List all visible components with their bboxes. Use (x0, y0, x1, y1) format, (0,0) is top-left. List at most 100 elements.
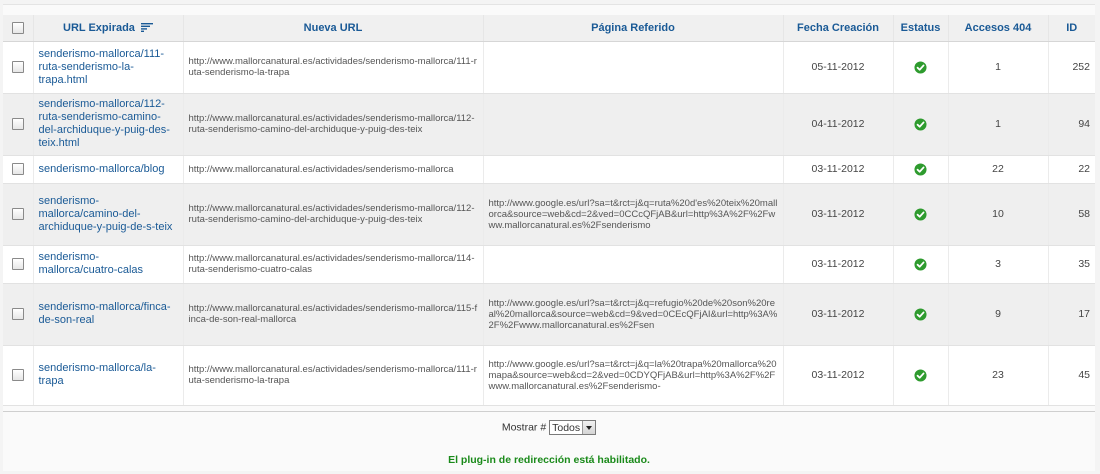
row-checkbox[interactable] (11, 308, 24, 321)
check-circle-icon[interactable] (914, 207, 927, 221)
expired-url-link[interactable]: senderismo-mallorca/camino-del-archiduqu… (39, 195, 178, 234)
row-checkbox[interactable] (11, 163, 24, 176)
header-fecha-creacion[interactable]: Fecha Creación (782, 15, 893, 42)
new-url-cell: http://www.mallorcanatural.es/actividade… (182, 245, 483, 284)
sort-descending-icon[interactable] (141, 23, 153, 33)
header-pagina-referido[interactable]: Página Referido (482, 15, 783, 42)
table-row: senderismo-mallorca/blog http://www.mallo… (3, 155, 1095, 184)
expired-url-cell: senderismo-mallorca/la-trapa (32, 345, 183, 406)
page-frame: URL Expirada Nueva URL Página Referido F… (0, 0, 1100, 474)
table-footer: Mostrar # Todos El plug-in de redirecció… (3, 411, 1095, 471)
chevron-down-icon[interactable] (582, 421, 596, 434)
referrer-cell (482, 93, 783, 156)
hits-404-cell: 9 (947, 283, 1048, 346)
id-cell: 58 (1047, 183, 1095, 246)
referrer-cell (482, 41, 783, 94)
check-circle-icon[interactable] (914, 60, 927, 74)
check-circle-icon[interactable] (914, 307, 927, 321)
id-cell: 45 (1047, 345, 1095, 406)
expired-url-cell: senderismo-mallorca/camino-del-archiduqu… (32, 183, 183, 246)
row-select-cell (3, 345, 33, 406)
header-estatus[interactable]: Estatus (892, 15, 948, 42)
created-date-cell: 03-11-2012 (782, 345, 893, 406)
id-cell: 94 (1047, 93, 1095, 156)
table-header-row: URL Expirada Nueva URL Página Referido F… (3, 15, 1095, 42)
show-count-control: Mostrar # Todos (3, 420, 1095, 435)
redirects-panel: URL Expirada Nueva URL Página Referido F… (3, 4, 1095, 471)
header-id[interactable]: ID (1047, 15, 1095, 42)
header-url-expirada-label: URL Expirada (63, 21, 135, 34)
created-date-cell: 03-11-2012 (782, 155, 893, 184)
row-select-cell (3, 155, 33, 184)
referrer-cell: http://www.google.es/url?sa=t&rct=j&q=la… (482, 345, 783, 406)
show-count-select[interactable]: Todos (549, 420, 597, 435)
redirects-table: URL Expirada Nueva URL Página Referido F… (3, 15, 1095, 406)
expired-url-cell: senderismo-mallorca/finca-de-son-real (32, 283, 183, 346)
check-circle-icon[interactable] (914, 162, 927, 176)
header-accesos-404[interactable]: Accesos 404 (947, 15, 1048, 42)
expired-url-link[interactable]: senderismo-mallorca/finca-de-son-real (39, 301, 178, 327)
expired-url-link[interactable]: senderismo-mallorca/blog (39, 163, 178, 176)
expired-url-cell: senderismo-mallorca/112-ruta-senderismo-… (32, 93, 183, 156)
row-select-cell (3, 93, 33, 156)
created-date-cell: 04-11-2012 (782, 93, 893, 156)
id-cell: 35 (1047, 245, 1095, 284)
id-cell: 17 (1047, 283, 1095, 346)
hits-404-cell: 3 (947, 245, 1048, 284)
created-date-cell: 03-11-2012 (782, 283, 893, 346)
status-cell (892, 183, 948, 246)
new-url-cell: http://www.mallorcanatural.es/actividade… (182, 283, 483, 346)
show-count-label: Mostrar # (501, 421, 547, 434)
hits-404-cell: 10 (947, 183, 1048, 246)
row-checkbox[interactable] (11, 208, 24, 221)
created-date-cell: 05-11-2012 (782, 41, 893, 94)
header-select-all (3, 15, 33, 42)
status-cell (892, 283, 948, 346)
new-url-cell: http://www.mallorcanatural.es/actividade… (182, 345, 483, 406)
expired-url-link[interactable]: senderismo-mallorca/la-trapa (39, 362, 178, 388)
new-url-cell: http://www.mallorcanatural.es/actividade… (182, 155, 483, 184)
header-nueva-url[interactable]: Nueva URL (182, 15, 483, 42)
referrer-cell: http://www.google.es/url?sa=t&rct=j&q=re… (482, 283, 783, 346)
table-row: senderismo-mallorca/111-ruta-senderismo-… (3, 41, 1095, 94)
row-checkbox[interactable] (11, 118, 24, 131)
expired-url-cell: senderismo-mallorca/cuatro-calas (32, 245, 183, 284)
new-url-cell: http://www.mallorcanatural.es/actividade… (182, 183, 483, 246)
expired-url-cell: senderismo-mallorca/blog (32, 155, 183, 184)
status-cell (892, 155, 948, 184)
table-row: senderismo-mallorca/112-ruta-senderismo-… (3, 93, 1095, 156)
new-url-cell: http://www.mallorcanatural.es/actividade… (182, 93, 483, 156)
check-circle-icon[interactable] (914, 368, 927, 382)
expired-url-link[interactable]: senderismo-mallorca/112-ruta-senderismo-… (39, 98, 178, 150)
row-select-cell (3, 283, 33, 346)
hits-404-cell: 23 (947, 345, 1048, 406)
status-cell (892, 345, 948, 406)
row-select-cell (3, 41, 33, 94)
referrer-cell (482, 155, 783, 184)
check-circle-icon[interactable] (914, 257, 927, 271)
table-row: senderismo-mallorca/cuatro-calas http://w… (3, 245, 1095, 284)
plugin-status-message: El plug-in de redirección está habilitad… (448, 454, 650, 466)
new-url-cell: http://www.mallorcanatural.es/actividade… (182, 41, 483, 94)
check-circle-icon[interactable] (914, 117, 927, 131)
expired-url-link[interactable]: senderismo-mallorca/111-ruta-senderismo-… (39, 48, 178, 87)
id-cell: 22 (1047, 155, 1095, 184)
header-url-expirada[interactable]: URL Expirada (32, 15, 183, 42)
select-all-checkbox[interactable] (11, 21, 24, 34)
row-checkbox[interactable] (11, 369, 24, 382)
status-cell (892, 245, 948, 284)
hits-404-cell: 1 (947, 93, 1048, 156)
referrer-cell (482, 245, 783, 284)
created-date-cell: 03-11-2012 (782, 245, 893, 284)
status-cell (892, 41, 948, 94)
row-select-cell (3, 245, 33, 284)
hits-404-cell: 22 (947, 155, 1048, 184)
row-select-cell (3, 183, 33, 246)
row-checkbox[interactable] (11, 61, 24, 74)
expired-url-cell: senderismo-mallorca/111-ruta-senderismo-… (32, 41, 183, 94)
expired-url-link[interactable]: senderismo-mallorca/cuatro-calas (39, 251, 178, 277)
row-checkbox[interactable] (11, 258, 24, 271)
show-count-value: Todos (552, 421, 581, 434)
created-date-cell: 03-11-2012 (782, 183, 893, 246)
referrer-cell: http://www.google.es/url?sa=t&rct=j&q=ru… (482, 183, 783, 246)
